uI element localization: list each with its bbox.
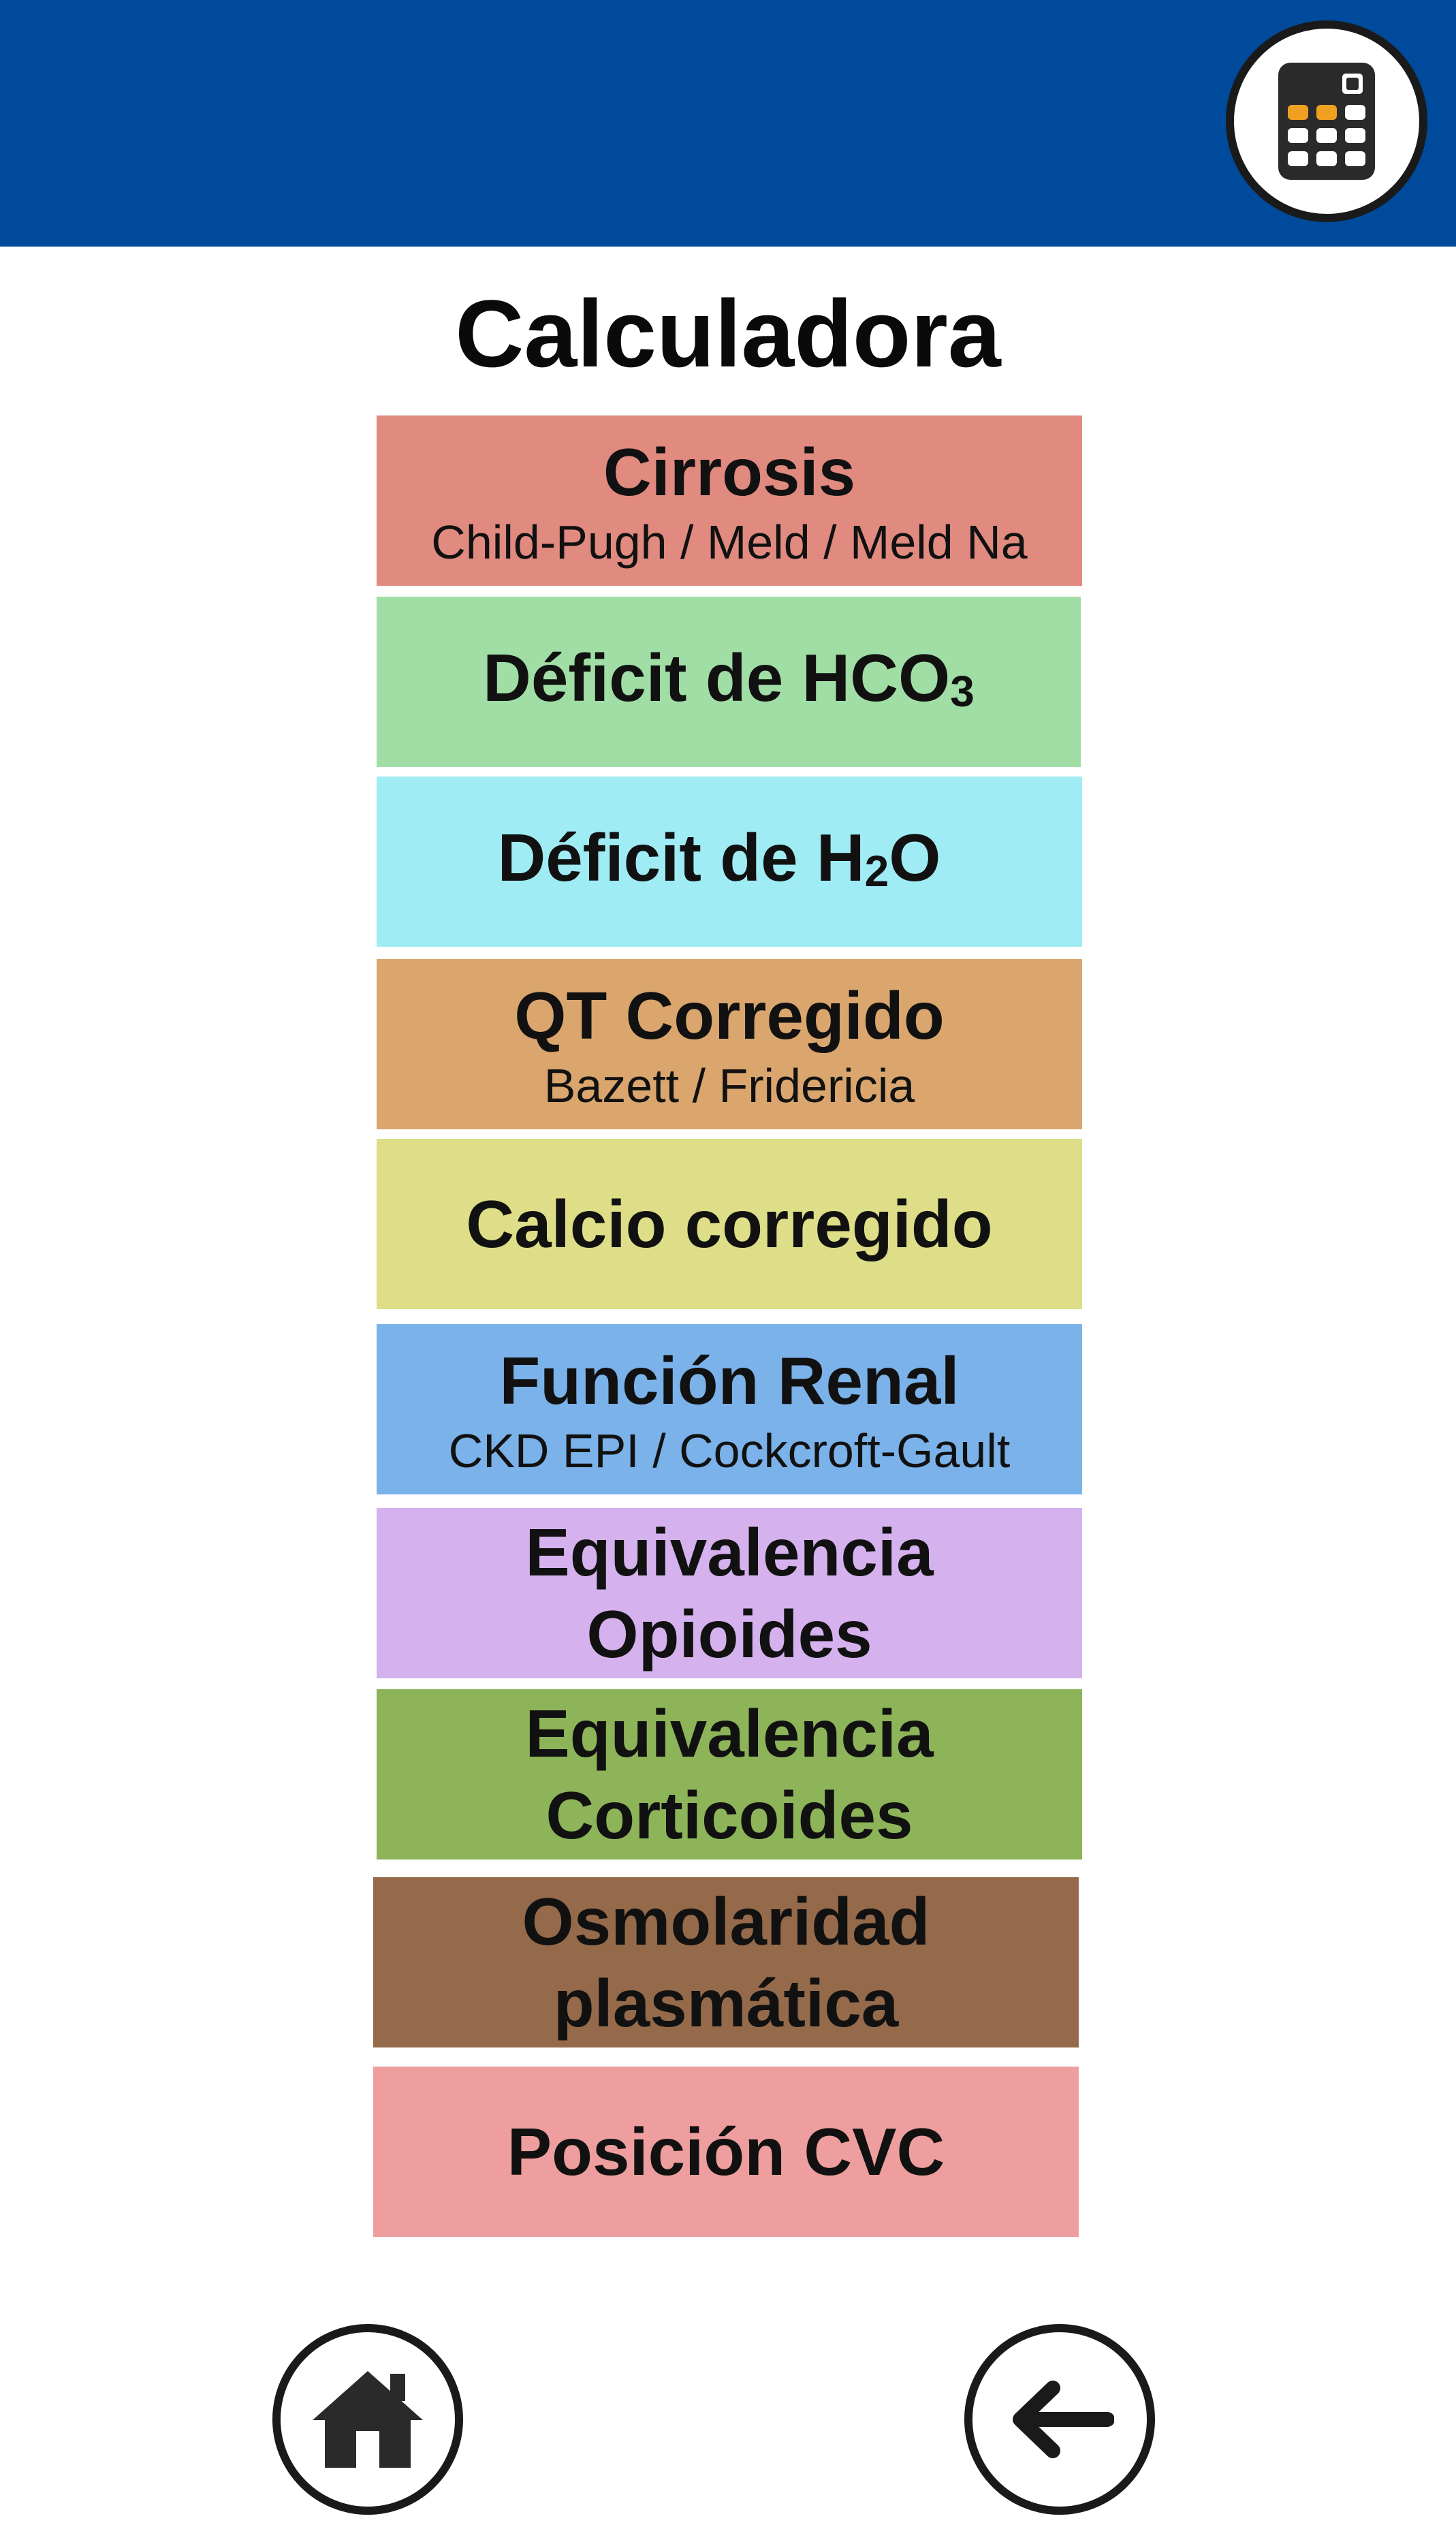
home-icon xyxy=(313,2371,423,2468)
menu-item-title: QT Corregido xyxy=(514,978,945,1053)
top-bar xyxy=(0,0,1456,247)
menu-item-osmolaridad-plasmatica[interactable]: Osmolaridad plasmática xyxy=(373,1877,1079,2047)
menu-item-title: Calcio corregido xyxy=(466,1187,993,1261)
menu-item-posicion-cvc[interactable]: Posición CVC xyxy=(373,2067,1079,2237)
menu-item-title-line1: Equivalencia xyxy=(525,1515,934,1590)
menu-item-subtitle: Bazett / Fridericia xyxy=(543,1059,915,1112)
menu-item-title: Posición CVC xyxy=(507,2114,945,2189)
menu-item-title: Función Renal xyxy=(499,1343,960,1418)
menu-item-calcio-corregido[interactable]: Calcio corregido xyxy=(377,1139,1082,1309)
calculator-icon xyxy=(1278,63,1375,180)
menu-item-title-line2: Corticoides xyxy=(545,1778,913,1853)
page-title: Calculadora xyxy=(455,280,1001,387)
menu-item-qt-corregido[interactable]: QT Corregido Bazett / Fridericia xyxy=(377,959,1082,1129)
menu-item-title: Cirrosis xyxy=(603,435,856,509)
menu-item-deficit-hco3[interactable]: Déficit de HCO3 xyxy=(377,597,1081,767)
menu-item-equivalencia-corticoides[interactable]: Equivalencia Corticoides xyxy=(377,1689,1082,1860)
home-button[interactable] xyxy=(272,2324,463,2515)
subscript: 3 xyxy=(950,667,975,716)
menu-item-deficit-h2o[interactable]: Déficit de H2O xyxy=(377,776,1082,947)
menu-item-funcion-renal[interactable]: Función Renal CKD EPI / Cockcroft-Gault xyxy=(377,1324,1082,1494)
back-arrow-icon xyxy=(1013,2381,1114,2458)
menu-item-title-line2: plasmática xyxy=(553,1966,899,2041)
back-button[interactable] xyxy=(964,2324,1155,2515)
menu-item-title: Déficit de HCO3 xyxy=(483,640,975,716)
menu-item-subtitle: CKD EPI / Cockcroft-Gault xyxy=(448,1424,1011,1477)
menu-item-title: Déficit de H2O xyxy=(497,820,941,896)
menu-item-subtitle: Child-Pugh / Meld / Meld Na xyxy=(431,516,1028,569)
calculator-button[interactable] xyxy=(1226,20,1427,222)
subscript: 2 xyxy=(864,847,889,896)
menu-item-equivalencia-opioides[interactable]: Equivalencia Opioides xyxy=(377,1508,1082,1678)
menu-item-title-line2: Opioides xyxy=(586,1597,872,1672)
menu-item-cirrosis[interactable]: Cirrosis Child-Pugh / Meld / Meld Na xyxy=(377,415,1082,586)
menu-item-title-line1: Equivalencia xyxy=(525,1696,934,1771)
menu-item-title-line1: Osmolaridad xyxy=(522,1884,930,1959)
